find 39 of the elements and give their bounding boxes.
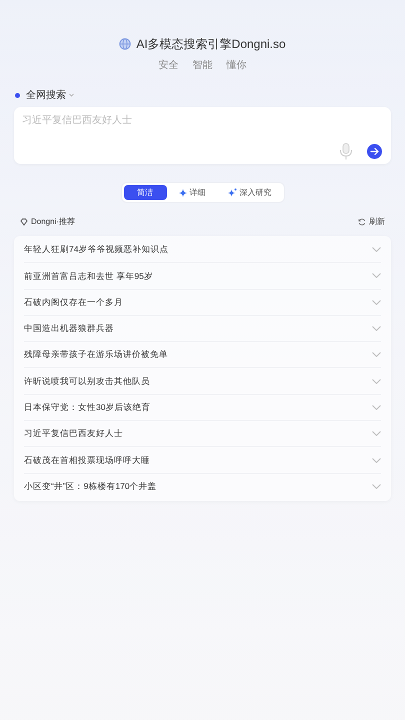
- topic-item[interactable]: 前亚洲首富吕志和去世 享年95岁: [24, 270, 153, 282]
- chevron-down-icon[interactable]: [372, 458, 381, 463]
- tagline: 智能: [192, 58, 212, 73]
- diamond-icon: [20, 218, 28, 226]
- refresh-icon[interactable]: [358, 218, 366, 226]
- chevron-down-icon[interactable]: [372, 404, 381, 410]
- mode-tab[interactable]: 深入研究: [218, 185, 282, 200]
- microphone-icon[interactable]: [339, 143, 353, 160]
- topic-item[interactable]: 残障母亲带孩子在游乐场讲价被免单: [24, 348, 168, 362]
- chevron-down-icon[interactable]: [372, 300, 381, 305]
- topic-item[interactable]: 石破内阁仅存在一个多月: [24, 296, 123, 309]
- chevron-down-icon[interactable]: [372, 247, 381, 252]
- tagline: 安全: [158, 58, 178, 73]
- sparkle-icon: [228, 188, 236, 197]
- topic-item[interactable]: 许昕说喷我可以别攻击其他队员: [24, 374, 150, 388]
- topic-item[interactable]: 习近平复信巴西友好人士: [24, 427, 123, 440]
- topic-item[interactable]: 日本保守党：女性30岁后该绝育: [24, 401, 150, 414]
- section-title: Dongni·推荐: [31, 216, 76, 228]
- globe-icon: [119, 38, 132, 50]
- topic-item[interactable]: 中国造出机器狼群兵器: [24, 322, 114, 335]
- refresh-button[interactable]: 刷新: [358, 216, 385, 228]
- topic-item[interactable]: 小区变“井”区：9栋楼有170个井盖: [24, 480, 157, 494]
- sparkle-icon: [178, 188, 186, 196]
- send-button[interactable]: [367, 144, 382, 159]
- mode-tab[interactable]: 简洁: [124, 185, 166, 200]
- tagline: 懂你: [226, 58, 246, 73]
- mode-tab[interactable]: 详细: [168, 185, 216, 200]
- topic-item[interactable]: 石破茂在首相投票现场呼呼大睡: [24, 454, 150, 466]
- chevron-down-icon[interactable]: [372, 378, 381, 384]
- app-title: AI多模态搜索引擎Dongni.so: [136, 36, 286, 53]
- chevron-down-icon[interactable]: [372, 431, 381, 436]
- caret-icon[interactable]: [69, 93, 74, 97]
- chevron-down-icon[interactable]: [372, 326, 381, 332]
- chevron-down-icon[interactable]: [372, 352, 381, 358]
- search-field[interactable]: 习近平复信巴西友好人士: [14, 107, 391, 164]
- chevron-down-icon[interactable]: [372, 273, 381, 278]
- chevron-down-icon[interactable]: [372, 484, 381, 490]
- topic-item[interactable]: 年轻人狂刷74岁爷爷视频恶补知识点: [24, 243, 168, 256]
- scope-dropdown[interactable]: 全网搜索: [26, 88, 74, 102]
